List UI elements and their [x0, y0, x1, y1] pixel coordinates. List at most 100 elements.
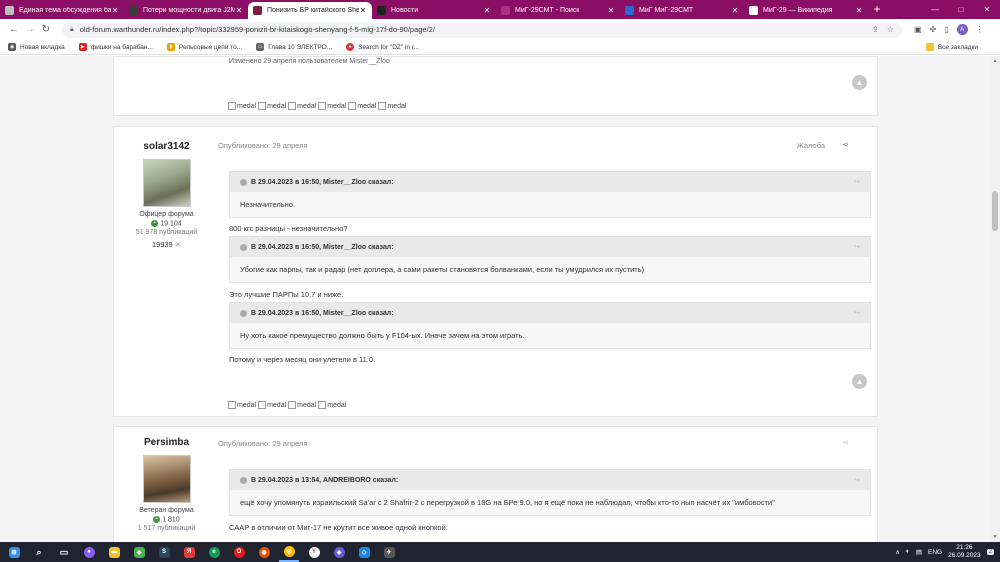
- task-view-icon: ▭: [59, 546, 69, 557]
- volume-icon[interactable]: 🔈︎: [906, 548, 910, 556]
- tab-favicon-icon: [625, 6, 634, 15]
- post-author: solar3142 Офицер форума + 19 104 51 978 …: [114, 127, 219, 249]
- taskbar-app[interactable]: Я: [179, 542, 199, 562]
- all-bookmarks[interactable]: Все закладки: [925, 43, 978, 51]
- yandex-icon: Я: [183, 546, 195, 558]
- bookmark-star-icon[interactable]: ☆: [887, 25, 894, 34]
- scroll-up-icon[interactable]: ▲: [990, 58, 1000, 64]
- tab-close-icon[interactable]: ✕: [235, 6, 243, 15]
- tab-6[interactable]: МиГ-29 — Википедия ✕: [744, 2, 868, 19]
- author-extra: 19939 ✕: [151, 240, 182, 250]
- extensions-puzzle-icon[interactable]: ✣: [930, 25, 937, 34]
- task-view-button[interactable]: ▭: [54, 542, 74, 562]
- forum-post: solar3142 Офицер форума + 19 104 51 978 …: [113, 126, 878, 417]
- sidebar-icon[interactable]: ▯: [944, 25, 948, 34]
- back-button[interactable]: ←: [6, 22, 22, 38]
- page-content: Изменено 29 апреля пользователем Mister_…: [0, 56, 990, 542]
- quote-body: Убогие как парпы, так и радар (нет допле…: [240, 265, 645, 274]
- folder-icon: [925, 43, 934, 51]
- new-tab-button[interactable]: +: [868, 2, 886, 19]
- report-link[interactable]: Жалоба: [797, 141, 825, 150]
- menu-icon[interactable]: ⋮: [976, 25, 984, 34]
- notification-icon[interactable]: 2: [986, 549, 994, 555]
- quote-header: В 29.04.2023 в 16:50, Mister__Zloo сказа…: [230, 237, 870, 257]
- tab-close-icon[interactable]: ✕: [855, 6, 863, 15]
- tab-close-icon[interactable]: ✕: [359, 6, 367, 15]
- bookmarks-bar: ◉ Новая вкладка ▶ фишки на барабан... ▮ Рел…: [0, 40, 1000, 55]
- profile-avatar[interactable]: A: [956, 24, 968, 35]
- taskbar-app[interactable]: ✈: [379, 542, 399, 562]
- bookmark-item[interactable]: ◉ Новая вкладка: [8, 43, 65, 51]
- upvote-icon[interactable]: ▲: [852, 75, 867, 90]
- medal-image: medal: [288, 401, 316, 409]
- tab-close-icon[interactable]: ✕: [731, 6, 739, 15]
- tab-1[interactable]: Потери мощности двига J2M5 ✕: [124, 2, 248, 19]
- tab-4[interactable]: МиГ-29СМТ - Поиск ✕: [496, 2, 620, 19]
- start-button[interactable]: ⊞: [4, 542, 24, 562]
- taskbar-app[interactable]: ●: [79, 542, 99, 562]
- medal-image: medal: [348, 102, 376, 110]
- bookmark-item[interactable]: ▮ Рельсовые цепи то...: [166, 43, 242, 51]
- quote-jump-icon[interactable]: ↪: [854, 243, 860, 251]
- author-reputation: + 19 104: [114, 220, 219, 227]
- tab-close-icon[interactable]: ✕: [483, 6, 491, 15]
- tab-0[interactable]: Единая тема обсуждения бала ✕: [0, 2, 124, 19]
- clock[interactable]: 21:26 26.09.2023: [948, 544, 981, 560]
- tab-close-icon[interactable]: ✕: [111, 6, 119, 15]
- tab-3[interactable]: Новости ✕: [372, 2, 496, 19]
- taskbar-app[interactable]: S: [154, 542, 174, 562]
- avatar[interactable]: [142, 455, 191, 503]
- extension-icon[interactable]: ▣: [914, 25, 922, 34]
- quote-jump-icon[interactable]: ↪: [854, 476, 860, 484]
- network-icon[interactable]: ▤: [916, 548, 922, 556]
- tab-5[interactable]: МиГ МиГ-29СМТ ✕: [620, 2, 744, 19]
- quote-block: В 29.04.2023 в 13:54, ANDREIBORO сказал:…: [229, 469, 871, 516]
- quote-header: В 29.04.2023 в 16:50, Mister__Zloo сказа…: [230, 172, 870, 192]
- post-text: СААР в отличии от Миг-17 не крутит все ж…: [229, 523, 448, 532]
- bookmark-item[interactable]: ▶ фишки на барабан...: [78, 43, 153, 51]
- share-icon[interactable]: ⋖: [842, 140, 849, 149]
- tab-favicon-icon: [501, 6, 510, 15]
- taskbar-app[interactable]: e: [204, 542, 224, 562]
- bookmark-item[interactable]: ▭ Глава 10 ЭЛЕКТРО...: [256, 43, 332, 51]
- tab-close-icon[interactable]: ✕: [607, 6, 615, 15]
- upvote-icon[interactable]: ▲: [852, 374, 867, 389]
- post-date[interactable]: Опубликовано: 29 апреля: [218, 439, 308, 448]
- scroll-down-icon[interactable]: ▼: [990, 534, 1000, 540]
- post-date[interactable]: Опубликовано: 29 апреля: [218, 141, 308, 150]
- taskbar-app[interactable]: ◇: [354, 542, 374, 562]
- forward-button[interactable]: →: [22, 22, 38, 38]
- bookmark-favicon-icon: ●: [346, 43, 355, 51]
- quote-jump-icon[interactable]: ↪: [854, 309, 860, 317]
- author-name[interactable]: solar3142: [114, 141, 219, 152]
- bookmark-item[interactable]: ● Search for "DZ" in r...: [346, 43, 419, 51]
- edge-icon: e: [208, 546, 220, 558]
- language-indicator[interactable]: ENG: [928, 549, 942, 556]
- taskbar-app[interactable]: Y: [304, 542, 324, 562]
- taskbar-search-button[interactable]: ⌕: [29, 542, 49, 562]
- taskbar-app[interactable]: ◎: [279, 542, 299, 562]
- share-icon[interactable]: ⋖: [842, 438, 849, 447]
- quote-body: ещё хочу упомянуть израильский Sa'ar с 2…: [240, 498, 775, 507]
- tray-chevron-icon[interactable]: ∧: [895, 548, 900, 556]
- opera-icon: O: [233, 546, 245, 558]
- taskbar-app[interactable]: O: [229, 542, 249, 562]
- maximize-button[interactable]: □: [948, 5, 974, 14]
- taskbar-app[interactable]: ◈: [329, 542, 349, 562]
- share-icon[interactable]: ⇪: [872, 25, 879, 34]
- clock-time: 21:26: [956, 544, 973, 551]
- taskbar-app[interactable]: ▬: [104, 542, 124, 562]
- close-window-button[interactable]: ✕: [974, 5, 1000, 14]
- reload-button[interactable]: ↻: [38, 22, 54, 38]
- scrollbar-thumb[interactable]: [992, 191, 998, 231]
- address-bar[interactable]: 🔒︎ old-forum.warthunder.ru/index.php?/to…: [62, 21, 902, 38]
- author-name[interactable]: Persimba: [114, 437, 219, 448]
- page-scrollbar[interactable]: ▲ ▼: [990, 56, 1000, 542]
- taskbar-app[interactable]: ◉: [254, 542, 274, 562]
- minimize-button[interactable]: —: [922, 5, 948, 14]
- taskbar-app[interactable]: ◆: [129, 542, 149, 562]
- avatar[interactable]: [142, 159, 191, 207]
- quote-body: Ну хоть какое премущество должно быть у …: [240, 331, 525, 340]
- tab-2[interactable]: Понизить БР китайского Sheny ✕: [248, 2, 372, 19]
- quote-jump-icon[interactable]: ↪: [854, 178, 860, 186]
